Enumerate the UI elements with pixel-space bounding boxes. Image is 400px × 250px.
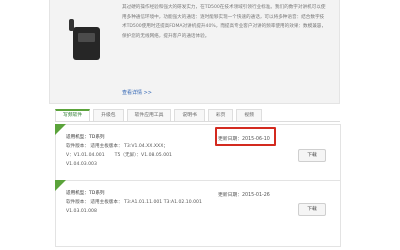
- version-text-a: V：V1.01.04.001: [66, 153, 105, 158]
- tab-software-tools[interactable]: 软件应用工具: [126, 109, 172, 121]
- download-button[interactable]: 下载: [298, 203, 326, 216]
- update-date-highlight: [215, 127, 276, 146]
- firmware-text: 软件版本： 适用主板版本： T3:V1.04.XX.XXX；: [66, 144, 168, 149]
- update-date: 更新日期：2015-01-26: [218, 193, 270, 198]
- tab-upgrade-package[interactable]: 升级包: [93, 109, 124, 121]
- tab-brochure[interactable]: 彩页: [207, 109, 234, 121]
- software-version-text: V1.04.03.003: [66, 162, 97, 167]
- tab-video[interactable]: 视频: [236, 109, 263, 121]
- model-text: 适用机型：TD系列: [66, 191, 105, 196]
- new-corner-marker: [55, 180, 66, 191]
- walkie-talkie-image: [69, 19, 100, 60]
- version-text-b: T5（无屏）：V1.08.05.001: [114, 153, 172, 158]
- download-button[interactable]: 下载: [298, 149, 326, 162]
- download-card: 适用机型：TD系列 软件版本： 适用主板版本： T3:A1.01.11.001 …: [55, 180, 341, 247]
- software-version-text: V1.03.01.008: [66, 209, 97, 214]
- product-description: 其过硬的操作经验和强大的研发实力，在TD500在技术领域引领行业标准。我们的数字…: [122, 5, 326, 39]
- new-corner-marker: [55, 124, 66, 135]
- tab-divider: [55, 121, 340, 122]
- download-tabs: 写频软件 升级包 软件应用工具 说明书 彩页 视频: [55, 109, 265, 121]
- tab-programming-software[interactable]: 写频软件: [55, 109, 91, 121]
- tab-manual[interactable]: 说明书: [174, 109, 205, 121]
- view-details-link[interactable]: 查看详情 >>: [122, 89, 152, 96]
- firmware-text: 软件版本： 适用主板版本： T3:A1.01.11.001 T3:A1.02.1…: [66, 200, 202, 205]
- model-text: 适用机型：TD系列: [66, 135, 105, 140]
